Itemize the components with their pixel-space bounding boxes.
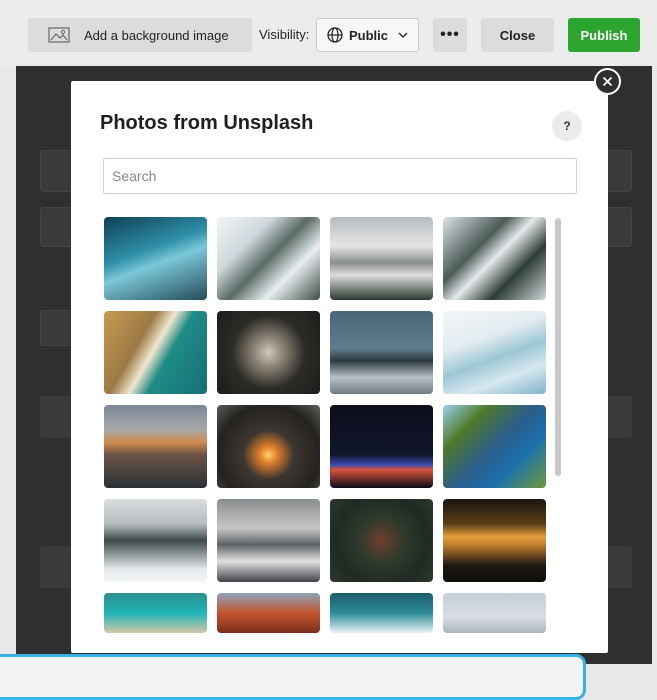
photo-foggy-lake[interactable] <box>443 593 546 633</box>
photo-mountain-valley[interactable] <box>330 217 433 300</box>
photo-winding-road[interactable] <box>443 217 546 300</box>
publish-button[interactable]: Publish <box>568 18 640 52</box>
modal-close-button[interactable] <box>594 68 621 95</box>
photo-sea-arch[interactable] <box>217 405 320 488</box>
photo-coastline[interactable] <box>104 311 207 394</box>
photo-waves-aerial[interactable] <box>330 593 433 633</box>
photo-half-dome[interactable] <box>104 405 207 488</box>
photo-alpine-lake[interactable] <box>443 405 546 488</box>
add-background-image-label: Add a background image <box>84 27 229 43</box>
unsplash-modal: Photos from Unsplash ? <box>71 81 608 653</box>
photo-snowy-ridge[interactable] <box>217 217 320 300</box>
help-button[interactable]: ? <box>552 111 582 141</box>
close-button[interactable]: Close <box>481 18 554 52</box>
chevron-down-icon <box>398 32 408 38</box>
photo-night-lights[interactable] <box>330 405 433 488</box>
add-background-image-button[interactable]: Add a background image <box>28 18 252 52</box>
image-icon <box>48 27 70 43</box>
photo-ice-cave[interactable] <box>104 217 207 300</box>
photo-turquoise-shore[interactable] <box>104 593 207 633</box>
scrollbar-thumb[interactable] <box>555 218 561 476</box>
search-input[interactable] <box>103 158 577 194</box>
more-options-button[interactable]: ••• <box>433 18 467 52</box>
photo-glacier[interactable] <box>443 311 546 394</box>
top-toolbar: Add a background image Visibility: Publi… <box>0 0 657 66</box>
photo-misty-peaks[interactable] <box>217 499 320 582</box>
globe-icon <box>327 27 343 43</box>
bottom-highlight-panel <box>0 654 586 700</box>
visibility-dropdown[interactable]: Public <box>316 18 419 52</box>
photo-red-rocks[interactable] <box>217 593 320 633</box>
photo-snowy-pines[interactable] <box>104 499 207 582</box>
close-icon <box>602 76 613 87</box>
photo-forest-aerial[interactable] <box>330 499 433 582</box>
photo-sunset-sea[interactable] <box>443 499 546 582</box>
modal-title: Photos from Unsplash <box>100 112 314 134</box>
photo-frozen-forest[interactable] <box>330 311 433 394</box>
visibility-label: Visibility: <box>259 27 310 42</box>
visibility-value: Public <box>348 27 388 43</box>
photo-castle[interactable] <box>217 311 320 394</box>
